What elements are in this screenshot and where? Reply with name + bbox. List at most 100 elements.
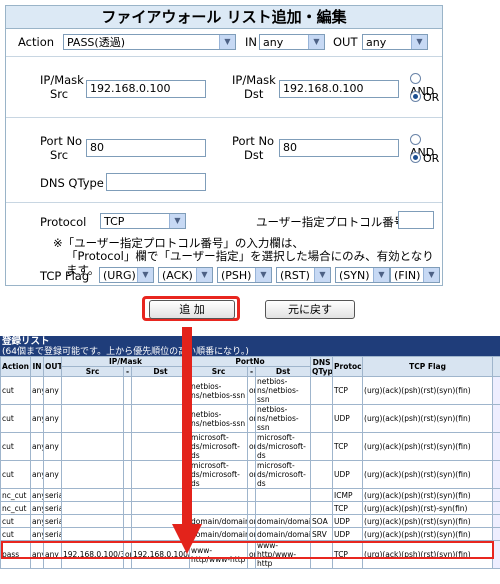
chevron-down-icon: ▼ — [196, 268, 212, 282]
edit-button[interactable] — [492, 501, 500, 515]
flag-urg-select[interactable]: (URG) ▼ — [99, 267, 154, 283]
cell-out: any — [43, 376, 62, 405]
cell-ipdst — [130, 404, 191, 433]
cell-pdst — [255, 488, 312, 502]
flag-rst-select[interactable]: (RST) ▼ — [276, 267, 331, 283]
col-dns: DNS QType — [310, 356, 334, 377]
cell-proto: UDP — [332, 527, 364, 541]
action-row: Action PASS(透過) ▼ IN any ▼ OUT any ▼ — [6, 29, 442, 55]
port-src-input[interactable]: 80 — [86, 139, 206, 157]
flag-urg-value: (URG) — [103, 269, 136, 282]
edit-button[interactable] — [492, 460, 500, 489]
cell-ipsrc — [61, 527, 124, 541]
chevron-down-icon: ▼ — [255, 268, 271, 282]
out-value: any — [366, 36, 387, 49]
table-row: cutanyserialdomain/domainordomain/domain… — [0, 527, 500, 541]
cell-in: any — [30, 432, 44, 461]
cell-action: cut — [0, 404, 31, 433]
cell-pdst — [255, 501, 312, 515]
protocol-label: Protocol — [40, 215, 87, 229]
flag-fin-value: (FIN) — [394, 269, 421, 282]
port-src-label: Port No — [40, 134, 83, 148]
ipmask-row: IP/Mask Src 192.168.0.100 IP/Mask Dst 19… — [6, 56, 442, 117]
col-ipmask: IP/Mask — [60, 356, 191, 367]
ip-or-radio[interactable]: OR — [410, 91, 439, 104]
protocol-row: Protocol TCP ▼ ユーザー指定プロトコル番号 ※「ユーザー指定プロトコ… — [6, 202, 442, 286]
cell-ipdst — [130, 488, 191, 502]
cell-ipsrc — [61, 404, 124, 433]
cell-action: cut — [0, 460, 31, 489]
action-select[interactable]: PASS(透過) ▼ — [63, 34, 236, 50]
ip-dst-input[interactable]: 192.168.0.100 — [279, 80, 399, 98]
edit-button[interactable] — [492, 432, 500, 461]
cell-action: nc_cut — [0, 501, 31, 515]
flag-ack-select[interactable]: (ACK) ▼ — [158, 267, 213, 283]
cell-ipsrc — [61, 501, 124, 515]
edit-button[interactable] — [492, 527, 500, 541]
col-ip-op: - — [123, 366, 132, 377]
port-or-radio[interactable]: OR — [410, 152, 439, 165]
in-select[interactable]: any ▼ — [259, 34, 325, 50]
cell-action: cut — [0, 432, 31, 461]
port-dst-label: Port No — [232, 134, 275, 148]
cell-pdst: microsoft-ds/microsoft-ds — [255, 460, 312, 489]
protocol-select[interactable]: TCP ▼ — [100, 213, 186, 229]
in-value: any — [263, 36, 284, 49]
cell-in: any — [30, 527, 44, 541]
edit-button[interactable] — [492, 404, 500, 433]
cell-pop: or — [247, 460, 257, 489]
edit-button[interactable] — [492, 376, 500, 405]
flag-ack-value: (ACK) — [162, 269, 193, 282]
port-or-label: OR — [423, 152, 440, 165]
note-line1: ※「ユーザー指定プロトコル番号」の入力欄は、 — [53, 236, 304, 250]
arrow-down-icon — [172, 524, 202, 554]
edit-button[interactable] — [492, 514, 500, 528]
flag-psh-select[interactable]: (PSH) ▼ — [217, 267, 272, 283]
port-dst-input[interactable]: 80 — [279, 139, 399, 157]
cell-flags: (urg)(ack)(psh)(rst)(syn)(fin) — [362, 432, 494, 461]
col-tcpflag: TCP Flag — [362, 356, 494, 377]
cell-ipdst — [130, 432, 191, 461]
cell-in: any — [30, 501, 44, 515]
cell-in: any — [30, 376, 44, 405]
user-protocol-label: ユーザー指定プロトコル番号 — [256, 215, 406, 229]
edit-button[interactable] — [492, 488, 500, 502]
table-row: cutanyany netbios-ns/netbios-ssnornetbios… — [0, 404, 500, 433]
cell-op — [123, 488, 132, 502]
cell-op — [123, 501, 132, 515]
add-button[interactable]: 追 加 — [149, 300, 235, 319]
flag-psh-value: (PSH) — [221, 269, 252, 282]
cell-pdst: domain/domain — [255, 514, 312, 528]
cell-pop: or — [247, 514, 257, 528]
protocol-value: TCP — [104, 215, 125, 228]
action-label: Action — [18, 35, 55, 49]
firewall-edit-panel: ファイアウォール リスト追加・編集 Action PASS(透過) ▼ IN an… — [5, 5, 443, 286]
chevron-down-icon: ▼ — [219, 35, 235, 49]
cell-pdst: microsoft-ds/microsoft-ds — [255, 432, 312, 461]
cell-psrc — [189, 488, 249, 502]
cell-proto: TCP — [332, 376, 364, 405]
flag-fin-select[interactable]: (FIN) ▼ — [390, 267, 440, 283]
cell-psrc: netbios-ns/netbios-ssn — [189, 404, 249, 433]
col-port-op: - — [247, 366, 257, 377]
flag-syn-select[interactable]: (SYN) ▼ — [335, 267, 390, 283]
cell-ipdst — [130, 460, 191, 489]
revert-button[interactable]: 元に戻す — [265, 300, 355, 319]
cell-flags: (urg)(ack)(psh)(rst)-syn(fin) — [362, 501, 494, 515]
cell-proto: UDP — [332, 404, 364, 433]
col-protocol: Protocol — [332, 356, 364, 377]
cell-action: cut — [0, 376, 31, 405]
chevron-down-icon: ▼ — [314, 268, 330, 282]
user-protocol-input[interactable] — [398, 211, 434, 229]
registry-title: 登録リスト — [2, 336, 50, 347]
out-select[interactable]: any ▼ — [362, 34, 428, 50]
col-ip-dst: Dst — [130, 366, 191, 377]
cell-psrc — [189, 501, 249, 515]
cell-ipsrc — [61, 488, 124, 502]
cell-psrc: microsoft-ds/microsoft-ds — [189, 432, 249, 461]
cell-out: serial — [43, 501, 62, 515]
cell-pop — [247, 501, 257, 515]
ip-src-input[interactable]: 192.168.0.100 — [86, 80, 206, 98]
cell-out: serial — [43, 488, 62, 502]
dns-qtype-input[interactable] — [106, 173, 206, 191]
